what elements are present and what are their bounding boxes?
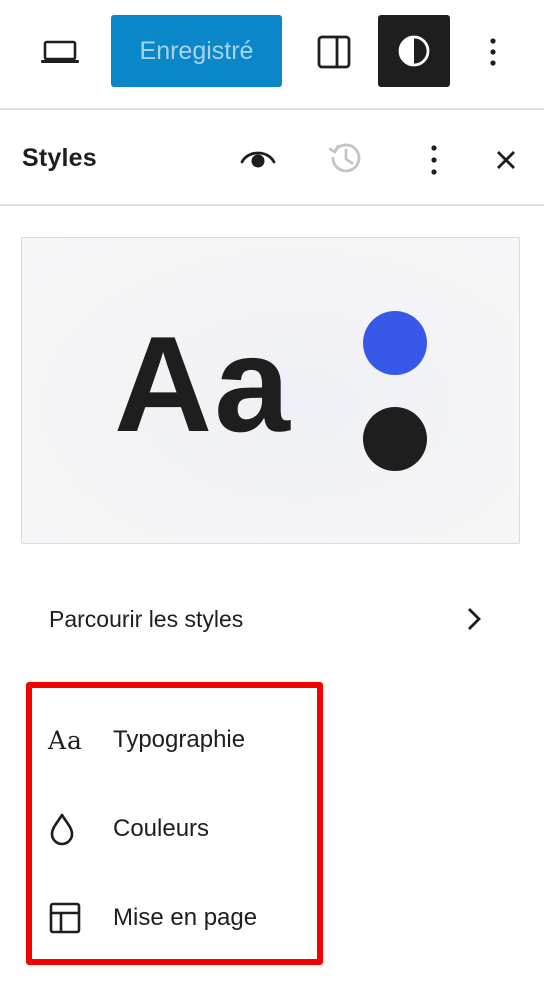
revisions-history-icon (328, 143, 361, 173)
vertical-ellipsis-icon (431, 145, 437, 175)
nav-item-label: Mise en page (113, 904, 258, 931)
save-button[interactable]: Enregistré (111, 15, 282, 87)
style-preview-card[interactable]: Aa (21, 237, 520, 544)
droplet-icon (50, 813, 74, 846)
options-menu-button[interactable] (476, 30, 510, 74)
browse-styles-button[interactable]: Parcourir les styles (22, 586, 502, 652)
nav-item-label: Couleurs (113, 815, 210, 842)
preview-secondary-color (363, 407, 427, 471)
preview-primary-color (363, 311, 427, 375)
close-panel-button[interactable] (484, 138, 528, 182)
typography-icon: Aa (48, 720, 96, 760)
chevron-right-icon (468, 608, 481, 630)
panel-title: Styles (22, 144, 97, 172)
browse-styles-label: Parcourir les styles (49, 605, 244, 632)
editor-toolbar: Enregistré (0, 0, 544, 110)
laptop-icon (41, 40, 79, 63)
nav-item-label: Typographie (113, 726, 246, 753)
style-book-button[interactable] (236, 136, 280, 180)
styles-panel-header: Styles (0, 112, 544, 206)
half-circle-contrast-icon (398, 35, 430, 67)
close-icon (497, 151, 515, 169)
panel-options-button[interactable] (418, 138, 450, 182)
nav-item-colors[interactable]: Couleurs (48, 797, 308, 861)
sidebar-toggle-icon (317, 35, 351, 69)
vertical-ellipsis-icon (490, 38, 496, 66)
preview-typography-sample: Aa (114, 308, 292, 460)
styles-button[interactable] (378, 15, 450, 87)
device-preview-button[interactable] (30, 30, 90, 74)
settings-sidebar-button[interactable] (308, 26, 360, 78)
revisions-button[interactable] (324, 136, 368, 180)
nav-item-layout[interactable]: Mise en page (48, 886, 308, 950)
typography-icon-glyph: Aa (48, 725, 83, 755)
layout-icon (49, 902, 81, 934)
eye-icon (240, 151, 276, 168)
nav-item-typography[interactable]: Aa Typographie (48, 708, 308, 772)
